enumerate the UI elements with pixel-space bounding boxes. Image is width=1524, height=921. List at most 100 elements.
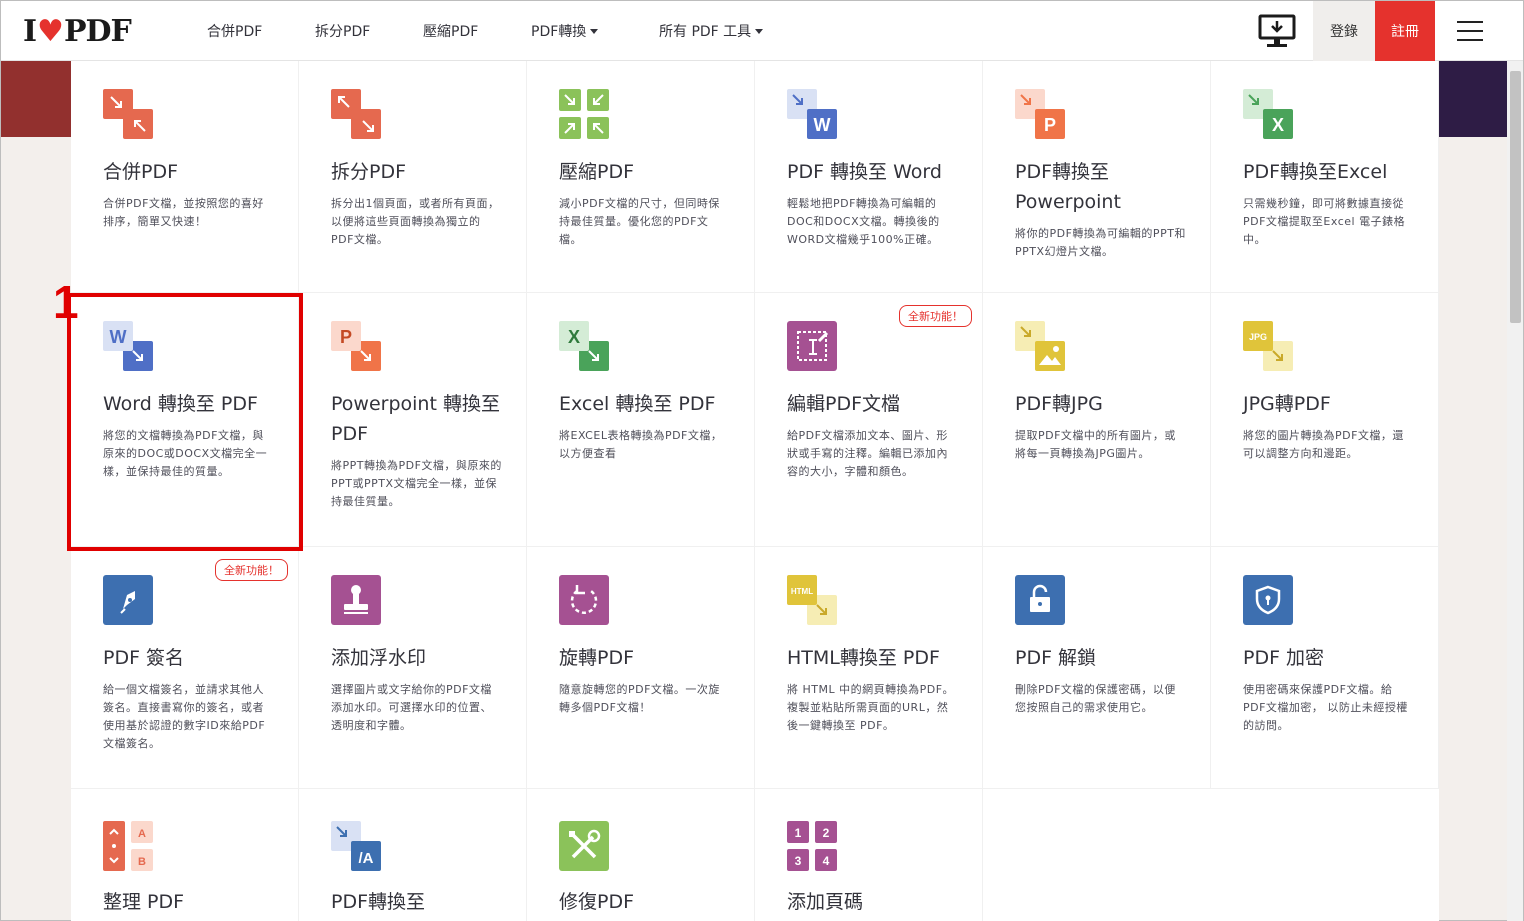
tool-description: 只需幾秒鐘，即可將數據直接從PDF文檔提取至Excel 電子錶格中。 bbox=[1243, 197, 1406, 246]
tool-card-edit-pdf[interactable]: 全新功能！ 編輯PDF文檔 給PDF文檔添加文本、圖片、形狀或手寫的注釋。編輯已… bbox=[755, 293, 983, 547]
compress-pdf-icon bbox=[559, 89, 611, 141]
tool-card-pdf-to-word[interactable]: W PDF 轉換至 Word 輕鬆地把PDF轉換為可編輯的DOC和DOCX文檔。… bbox=[755, 61, 983, 293]
page-number-label: 4 bbox=[823, 854, 830, 868]
powerpoint-letter: P bbox=[340, 327, 352, 347]
edit-pdf-icon bbox=[787, 321, 839, 373]
tool-card-repair-pdf[interactable]: 修復PDF bbox=[527, 789, 755, 921]
watermark-stamp-icon bbox=[331, 575, 383, 627]
tool-card-merge-pdf[interactable]: 合併PDF 合併PDF文檔，並按照您的喜好排序，簡單又快速！ bbox=[71, 61, 299, 293]
tool-card-protect-pdf[interactable]: PDF 加密 使用密碼來保護PDF文檔。給PDF文檔加密， 以防止未經授權的訪問… bbox=[1211, 547, 1439, 789]
tool-title: PDF轉換至 Powerpoint bbox=[1015, 161, 1121, 213]
tool-title: Word 轉換至 PDF bbox=[103, 393, 258, 415]
caret-down-icon bbox=[590, 29, 599, 34]
tool-title: PDF轉JPG bbox=[1015, 393, 1103, 415]
tool-card-rotate-pdf[interactable]: 旋轉PDF 隨意旋轉您的PDF文檔。一次旋轉多個PDF文檔！ bbox=[527, 547, 755, 789]
annotation-number: 1 bbox=[53, 276, 79, 328]
tool-description: 將 HTML 中的網頁轉換為PDF。複製並粘貼所需頁面的URL，然後一鍵轉換至 … bbox=[787, 683, 955, 732]
tool-card-pdf-to-pdfa[interactable]: /A PDF轉換至 bbox=[299, 789, 527, 921]
merge-pdf-icon bbox=[103, 89, 155, 141]
tool-description: 拆分出1個頁面，或者所有頁面，以便將這些頁面轉換為獨立的PDF文檔。 bbox=[331, 197, 500, 246]
tool-title: HTML轉換至 PDF bbox=[787, 647, 940, 669]
tool-title: 合併PDF bbox=[103, 161, 179, 183]
tool-description: 使用密碼來保護PDF文檔。給PDF文檔加密， 以防止未經授權的訪問。 bbox=[1243, 683, 1408, 732]
desktop-app-button[interactable] bbox=[1257, 13, 1299, 49]
tool-card-add-page-numbers[interactable]: 1 2 3 4 添加頁碼 bbox=[755, 789, 983, 921]
tool-card-jpg-to-pdf[interactable]: JPG JPG轉PDF 將您的圖片轉換為PDF文檔，還可以調整方向和邊距。 bbox=[1211, 293, 1439, 547]
pdfa-label: /A bbox=[359, 850, 374, 867]
tool-card-unlock-pdf[interactable]: PDF 解鎖 刪除PDF文檔的保護密碼，以便您按照自己的需求使用它。 bbox=[983, 547, 1211, 789]
logo-letter: I bbox=[23, 13, 37, 49]
tool-card-watermark[interactable]: 添加浮水印 選擇圖片或文字給你的PDF文檔添加水印。可選擇水印的位置、透明度和字… bbox=[299, 547, 527, 789]
tool-description: 將EXCEL表格轉換為PDF文檔，以方便查看 bbox=[559, 429, 723, 460]
tool-title: 添加浮水印 bbox=[331, 647, 427, 669]
split-pdf-icon bbox=[331, 89, 383, 141]
tool-description: 選擇圖片或文字給你的PDF文檔添加水印。可選擇水印的位置、透明度和字體。 bbox=[331, 683, 492, 732]
tool-description: 輕鬆地把PDF轉換為可編輯的DOC和DOCX文檔。轉換後的WORD文檔幾乎100… bbox=[787, 197, 940, 246]
monitor-download-icon bbox=[1258, 14, 1296, 47]
tool-card-pdf-to-jpg[interactable]: PDF轉JPG 提取PDF文檔中的所有圖片，或將每一頁轉換為JPG圖片。 bbox=[983, 293, 1211, 547]
background-accent-right bbox=[1437, 61, 1507, 137]
tool-card-pdf-to-powerpoint[interactable]: P PDF轉換至 Powerpoint 將你的PDF轉換為可編輯的PPT和PPT… bbox=[983, 61, 1211, 293]
ilovepdf-logo[interactable]: I ♥ PDF bbox=[23, 13, 132, 49]
pdf-to-jpg-icon bbox=[1015, 321, 1067, 373]
tool-card-organize-pdf[interactable]: A B 整理 PDF bbox=[71, 789, 299, 921]
tool-title: JPG轉PDF bbox=[1243, 393, 1331, 415]
tool-card-word-to-pdf[interactable]: W Word 轉換至 PDF 將您的文檔轉換為PDF文檔，與原來的DOC或DOC… bbox=[71, 293, 299, 547]
tool-title: PDF 解鎖 bbox=[1015, 647, 1097, 669]
nav-convert-pdf-dropdown[interactable]: PDF轉換 bbox=[531, 21, 599, 41]
tool-title: PDF 簽名 bbox=[103, 647, 185, 669]
jpg-to-pdf-icon: JPG bbox=[1243, 321, 1295, 373]
excel-to-pdf-icon: X bbox=[559, 321, 611, 373]
caret-down-icon bbox=[755, 29, 764, 34]
tool-card-compress-pdf[interactable]: 壓縮PDF 減小PDF文檔的尺寸，但同時保持最佳質量。優化您的PDF文檔。 bbox=[527, 61, 755, 293]
tool-description: 給一個文檔簽名，並請求其他人簽名。直接書寫你的簽名，或者使用基於認證的數字ID來… bbox=[103, 683, 266, 750]
tool-card-html-to-pdf[interactable]: HTML HTML轉換至 PDF 將 HTML 中的網頁轉換為PDF。複製並粘貼… bbox=[755, 547, 983, 789]
tool-description: 提取PDF文檔中的所有圖片，或將每一頁轉換為JPG圖片。 bbox=[1015, 429, 1176, 460]
tool-card-sign-pdf[interactable]: 全新功能！ PDF 簽名 給一個文檔簽名，並請求其他人簽名。直接書寫你的簽名，或… bbox=[71, 547, 299, 789]
powerpoint-letter: P bbox=[1044, 115, 1056, 135]
tool-title: Powerpoint 轉換至 PDF bbox=[331, 393, 500, 445]
nav-all-tools-dropdown[interactable]: 所有 PDF 工具 bbox=[659, 21, 764, 41]
tool-card-excel-to-pdf[interactable]: X Excel 轉換至 PDF 將EXCEL表格轉換為PDF文檔，以方便查看 bbox=[527, 293, 755, 547]
tool-title: 壓縮PDF bbox=[559, 161, 635, 183]
organize-pdf-icon: A B bbox=[103, 821, 155, 873]
hamburger-menu-icon[interactable] bbox=[1457, 21, 1483, 41]
pdf-to-word-icon: W bbox=[787, 89, 839, 141]
login-button[interactable]: 登錄 bbox=[1313, 1, 1375, 61]
tool-card-pdf-to-excel[interactable]: X PDF轉換至Excel 只需幾秒鐘，即可將數據直接從PDF文檔提取至Exce… bbox=[1211, 61, 1439, 293]
rotate-pdf-icon bbox=[559, 575, 611, 627]
sign-pdf-icon bbox=[103, 575, 155, 627]
nav-merge-pdf[interactable]: 合併PDF bbox=[207, 21, 262, 41]
tool-description: 將你的PDF轉換為可編輯的PPT和PPTX幻燈片文檔。 bbox=[1015, 227, 1186, 258]
tool-title: PDF 轉換至 Word bbox=[787, 161, 942, 183]
tool-description: 給PDF文檔添加文本、圖片、形狀或手寫的注釋。編輯已添加內容的大小，字體和顏色。 bbox=[787, 429, 948, 478]
powerpoint-to-pdf-icon: P bbox=[331, 321, 383, 373]
page-number-label: 2 bbox=[823, 826, 830, 840]
tool-description: 合併PDF文檔，並按照您的喜好排序，簡單又快速！ bbox=[103, 197, 264, 228]
tool-card-split-pdf[interactable]: 拆分PDF 拆分出1個頁面，或者所有頁面，以便將這些頁面轉換為獨立的PDF文檔。 bbox=[299, 61, 527, 293]
html-label: HTML bbox=[791, 587, 813, 596]
tool-description: 將您的文檔轉換為PDF文檔，與原來的DOC或DOCX文檔完全一樣，並保持最佳的質… bbox=[103, 429, 268, 478]
new-feature-badge: 全新功能！ bbox=[899, 305, 972, 327]
signup-button[interactable]: 註冊 bbox=[1375, 1, 1435, 61]
background-accent-left bbox=[1, 61, 71, 137]
tool-title: 拆分PDF bbox=[331, 161, 407, 183]
word-to-pdf-icon: W bbox=[103, 321, 155, 373]
new-feature-badge: 全新功能！ bbox=[215, 559, 288, 581]
nav-convert-label: PDF轉換 bbox=[531, 24, 587, 40]
tool-title: 修復PDF bbox=[559, 891, 635, 913]
word-letter: W bbox=[814, 115, 831, 135]
nav-compress-pdf[interactable]: 壓縮PDF bbox=[423, 21, 478, 41]
nav-split-pdf[interactable]: 拆分PDF bbox=[315, 21, 370, 41]
pdf-to-excel-icon: X bbox=[1243, 89, 1295, 141]
tools-grid: 合併PDF 合併PDF文檔，並按照您的喜好排序，簡單又快速！ 拆分PDF 拆分出… bbox=[71, 61, 1439, 921]
shield-lock-icon bbox=[1243, 575, 1295, 627]
scrollbar-thumb[interactable] bbox=[1510, 71, 1521, 323]
pdf-to-powerpoint-icon: P bbox=[1015, 89, 1067, 141]
pdf-to-pdfa-icon: /A bbox=[331, 821, 383, 873]
top-navigation-bar: I ♥ PDF 合併PDF 拆分PDF 壓縮PDF PDF轉換 所有 PDF 工… bbox=[1, 1, 1523, 61]
jpg-label: JPG bbox=[1249, 332, 1267, 342]
tool-description: 刪除PDF文檔的保護密碼，以便您按照自己的需求使用它。 bbox=[1015, 683, 1176, 714]
tool-card-powerpoint-to-pdf[interactable]: P Powerpoint 轉換至 PDF 將PPT轉換為PDF文檔，與原來的PP… bbox=[299, 293, 527, 547]
tool-description: 減小PDF文檔的尺寸，但同時保持最佳質量。優化您的PDF文檔。 bbox=[559, 197, 720, 246]
